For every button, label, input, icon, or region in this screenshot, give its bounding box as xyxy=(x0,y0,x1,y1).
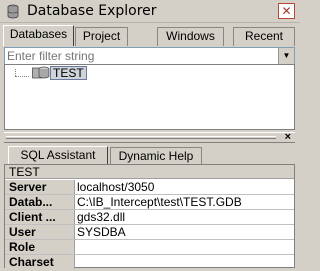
property-row-database[interactable]: Datab... C:\IB_Intercept\test\TEST.GDB xyxy=(5,195,294,210)
property-key: User xyxy=(5,225,75,239)
property-key: Server xyxy=(5,180,75,194)
database-tree[interactable]: TEST xyxy=(4,64,295,130)
splitter-grip[interactable] xyxy=(6,136,276,139)
property-key: Charset xyxy=(5,255,75,269)
tab-sql-assistant[interactable]: SQL Assistant xyxy=(8,146,108,166)
filter-dropdown-button[interactable]: ▼ xyxy=(278,48,294,64)
property-key: Datab... xyxy=(5,195,75,209)
property-row-charset[interactable]: Charset xyxy=(5,255,294,270)
property-row-client[interactable]: Client ... gds32.dll xyxy=(5,210,294,225)
property-value: C:\IB_Intercept\test\TEST.GDB xyxy=(77,195,242,209)
tab-databases[interactable]: Databases xyxy=(3,25,74,46)
properties-header: TEST xyxy=(5,165,294,179)
tree-item-test[interactable]: TEST xyxy=(50,66,87,80)
property-value: SYSDBA xyxy=(77,225,126,239)
assistant-tabs: SQL Assistant Dynamic Help xyxy=(0,146,300,166)
properties-grid: TEST Server localhost/3050 Datab... C:\I… xyxy=(4,164,295,270)
title-bar: Database Explorer ✕ xyxy=(0,0,300,23)
database-explorer-icon xyxy=(7,4,19,19)
chevron-down-icon: ▼ xyxy=(282,51,291,60)
tab-windows[interactable]: Windows xyxy=(157,27,224,46)
database-icon xyxy=(32,66,50,79)
tree-connector xyxy=(15,76,29,77)
property-value xyxy=(77,240,292,254)
property-key: Client ... xyxy=(5,210,75,224)
property-value xyxy=(77,255,292,269)
panel-splitter[interactable]: × xyxy=(4,131,295,143)
filter-combobox[interactable]: ▼ xyxy=(4,47,295,65)
filter-input[interactable] xyxy=(7,49,277,63)
property-row-server[interactable]: Server localhost/3050 xyxy=(5,180,294,195)
close-panel-icon[interactable]: × xyxy=(285,131,291,143)
property-value: localhost/3050 xyxy=(77,180,155,194)
tree-connector xyxy=(15,69,16,76)
close-button[interactable]: ✕ xyxy=(278,3,295,19)
tab-recent[interactable]: Recent xyxy=(233,27,295,46)
window-title: Database Explorer xyxy=(27,3,157,19)
property-key: Role xyxy=(5,240,75,254)
tab-project[interactable]: Project xyxy=(75,27,128,46)
property-row-user[interactable]: User SYSDBA xyxy=(5,225,294,240)
explorer-tabs: Databases Project Windows Recent xyxy=(0,25,300,46)
property-value: gds32.dll xyxy=(77,210,126,224)
close-icon: ✕ xyxy=(281,4,292,18)
tab-dynamic-help[interactable]: Dynamic Help xyxy=(110,147,202,165)
property-row-role[interactable]: Role xyxy=(5,240,294,255)
